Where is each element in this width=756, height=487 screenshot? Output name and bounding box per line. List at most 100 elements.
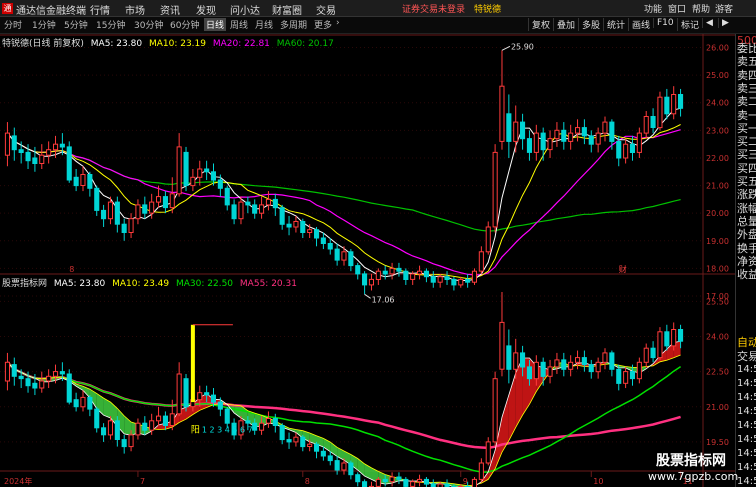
login-stock-name: 特锐德 <box>474 5 502 15</box>
price-candle <box>623 143 629 159</box>
price-candle <box>94 187 100 211</box>
tool-diejia[interactable]: 叠加 <box>553 18 575 31</box>
price-candle <box>430 276 436 283</box>
price-candle <box>162 196 168 209</box>
tf-1min[interactable]: 1分钟 <box>32 18 56 31</box>
indicator-candle <box>156 415 162 422</box>
price-candle <box>73 176 79 187</box>
menu-bangzhu[interactable]: 帮助 <box>692 2 710 15</box>
menu-shichang[interactable]: 市场 <box>125 2 145 17</box>
price-candle <box>602 121 608 134</box>
watermark-url: www.7gpzb.com <box>648 470 739 483</box>
tf-more[interactable]: 更多 <box>314 18 332 31</box>
tf-multi[interactable]: 多周期 <box>280 18 307 31</box>
indicator-candle <box>307 443 313 448</box>
menu-jiaoyi[interactable]: 交易 <box>316 2 336 17</box>
x-axis-label: 10 <box>593 477 603 486</box>
indicator-candle <box>650 347 656 359</box>
tf-monthly[interactable]: 月线 <box>255 18 273 31</box>
tf-weekly[interactable]: 周线 <box>230 18 248 31</box>
price-y-tick: 20.00 <box>706 209 729 218</box>
indicator-candle <box>114 420 120 440</box>
price-candles <box>4 50 684 295</box>
menu-hangqing[interactable]: 行情 <box>90 2 110 17</box>
indicator-candle <box>169 413 175 426</box>
trade-label[interactable]: 交易 <box>737 348 756 364</box>
menu-gongneng[interactable]: 功能 <box>644 2 662 15</box>
tf-fenshi[interactable]: 分时 <box>4 18 22 31</box>
indicator-candle <box>320 450 326 457</box>
price-candle <box>245 201 251 206</box>
indicator-candle <box>540 361 546 377</box>
indicator-candle <box>355 474 361 483</box>
tf-60min[interactable]: 60分钟 <box>170 18 199 31</box>
tool-f10[interactable]: F10 <box>653 18 674 28</box>
indicator-candle <box>396 476 402 480</box>
indicator-candle <box>259 422 265 431</box>
high-pointer <box>501 45 511 51</box>
price-y-tick: 23.00 <box>706 126 729 135</box>
indicator-candle <box>478 462 484 480</box>
tool-tongji[interactable]: 统计 <box>603 18 625 31</box>
indicator-candle <box>526 366 533 380</box>
indicator-candle <box>128 434 134 448</box>
price-y-tick: 22.00 <box>706 154 729 163</box>
tf-30min[interactable]: 30分钟 <box>134 18 163 31</box>
tf-15min[interactable]: 15分钟 <box>96 18 125 31</box>
indicator-y-tick: 22.50 <box>706 368 729 377</box>
prev-icon[interactable]: ◀ <box>702 18 713 28</box>
finance-marker: 财 <box>619 264 627 274</box>
tool-huaxian[interactable]: 画线 <box>628 18 650 31</box>
tf-daily[interactable]: 日线 <box>204 18 227 31</box>
price-candle <box>59 143 65 148</box>
indicator-candle <box>568 361 574 370</box>
kline-chart[interactable]: 26.00 25.00 24.00 23.00 22.00 21.00 20.00 19.00… <box>0 34 735 487</box>
price-candle <box>616 140 622 159</box>
indicator-candle <box>73 399 79 408</box>
menu-chuangkou[interactable]: 窗口 <box>668 2 686 15</box>
indicator-candle <box>389 476 395 483</box>
indicator-y-tick: 21.00 <box>706 403 729 412</box>
signal-label: 阳 <box>191 425 200 436</box>
tool-biaoji[interactable]: 标记 <box>677 18 699 31</box>
trade-time: 14:50 <box>737 392 756 403</box>
guest-label[interactable]: 游客 <box>715 2 733 15</box>
price-candle <box>224 187 230 206</box>
indicator-candle <box>327 455 333 462</box>
indicator-candle <box>581 357 587 366</box>
tool-fuquan[interactable]: 复权 <box>528 18 550 31</box>
price-candle <box>217 179 223 189</box>
indicator-candle <box>4 361 10 382</box>
indicator-candle <box>629 371 636 380</box>
more-arrow-icon[interactable]: › <box>336 18 340 28</box>
price-candle <box>252 204 258 214</box>
indicator-candle <box>204 392 210 396</box>
tf-5min[interactable]: 5分钟 <box>64 18 88 31</box>
indicator-candle <box>162 415 168 427</box>
menu-caifuquan[interactable]: 财富圈 <box>272 2 302 17</box>
indicator-candle <box>410 481 416 487</box>
price-candle <box>231 204 237 220</box>
price-candle <box>11 135 17 151</box>
indicator-candle <box>142 422 148 431</box>
price-candle <box>629 143 636 153</box>
trade-time: 14:50 <box>737 406 756 417</box>
menu-zixun[interactable]: 资讯 <box>160 2 180 17</box>
price-candle <box>300 221 306 233</box>
price-y-tick: 21.00 <box>706 182 729 191</box>
indicator-candle <box>107 420 114 436</box>
price-candle <box>650 116 656 128</box>
next-icon[interactable]: ▶ <box>718 18 729 28</box>
indicator-candle <box>643 347 649 363</box>
x-axis-label: 2024年 <box>4 476 32 486</box>
menu-wenxiaoda[interactable]: 问小达 <box>230 2 260 17</box>
indicator-candle <box>183 378 189 408</box>
indicator-candle <box>94 408 100 429</box>
menu-faxian[interactable]: 发现 <box>196 2 216 17</box>
price-candle <box>334 248 340 261</box>
login-status[interactable]: 证券交易未登录 <box>402 2 465 15</box>
trade-time: 14:50 <box>737 462 756 473</box>
tool-duogu[interactable]: 多股 <box>578 18 600 31</box>
price-candle <box>272 198 278 209</box>
indicator-candle <box>588 364 594 373</box>
